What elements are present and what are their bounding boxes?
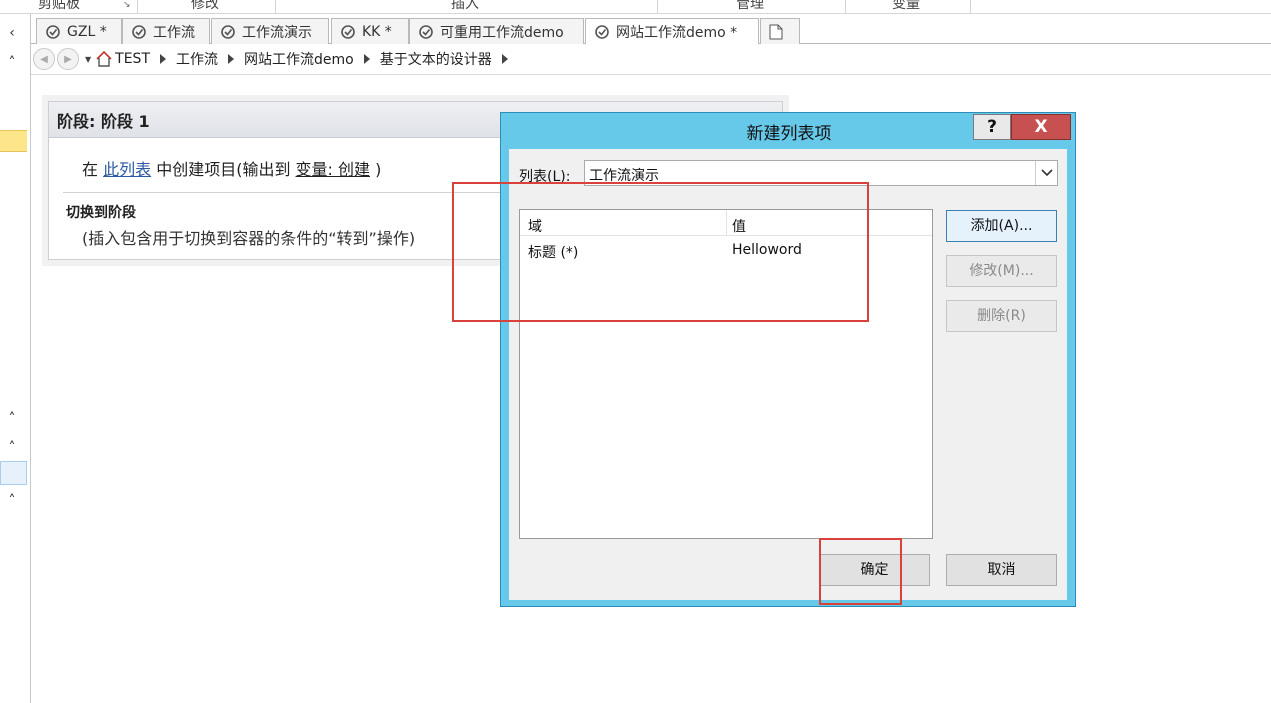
tab-gzl[interactable]: GZL * bbox=[36, 18, 122, 44]
breadcrumb-separator-icon bbox=[363, 54, 370, 64]
tab-label: GZL * bbox=[67, 23, 107, 40]
stage-action-line[interactable]: 在 此列表 中创建项目(输出到 变量: 创建 ) bbox=[82, 156, 381, 180]
cancel-button[interactable]: 取消 bbox=[946, 554, 1057, 586]
new-page-icon bbox=[769, 24, 783, 39]
tab-label: 工作流 bbox=[153, 24, 195, 41]
workflow-icon bbox=[595, 25, 609, 39]
workflow-icon bbox=[221, 24, 235, 39]
tab-label: KK * bbox=[362, 23, 392, 40]
annotation-box-ok bbox=[819, 538, 902, 605]
help-button[interactable]: ? bbox=[973, 114, 1011, 140]
tab-label: 可重用工作流demo bbox=[440, 24, 564, 41]
tab-label: 网站工作流demo * bbox=[616, 25, 738, 41]
tab-label: 工作流演示 bbox=[242, 24, 312, 41]
history-dropdown-icon[interactable]: ▼ bbox=[85, 55, 91, 64]
new-tab-button[interactable] bbox=[760, 18, 800, 44]
annotation-box-grid bbox=[452, 182, 869, 322]
delete-button[interactable]: 删除(R) bbox=[946, 300, 1057, 332]
chevron-up-icon[interactable]: ˄ bbox=[3, 410, 21, 428]
collapse-left-icon[interactable]: ‹ bbox=[3, 24, 21, 42]
modify-button[interactable]: 修改(M)... bbox=[946, 255, 1057, 287]
tab-workflow[interactable]: 工作流 bbox=[122, 18, 210, 44]
nav-selected-item[interactable] bbox=[0, 130, 27, 152]
tab-reusable-workflow-demo[interactable]: 可重用工作流demo bbox=[409, 18, 584, 44]
forward-button[interactable]: ▶ bbox=[57, 48, 79, 70]
transition-hint[interactable]: (插入包含用于切换到容器的条件的“转到”操作) bbox=[82, 225, 415, 249]
left-nav-strip: ‹ ˄ ˄ ˄ ˄ bbox=[0, 14, 31, 703]
breadcrumb: ◀ ▶ ▼ TEST 工作流 网站工作流demo 基于文本的设计器 bbox=[31, 44, 1271, 75]
home-icon[interactable] bbox=[95, 50, 113, 68]
ribbon-group-insert: 插入 bbox=[451, 0, 479, 12]
tab-site-workflow-demo[interactable]: 网站工作流demo * bbox=[585, 18, 759, 45]
close-button[interactable]: X bbox=[1011, 114, 1071, 140]
breadcrumb-item-text-designer[interactable]: 基于文本的设计器 bbox=[380, 49, 492, 69]
chevron-up-icon[interactable]: ˄ bbox=[3, 54, 21, 72]
breadcrumb-item-workflows[interactable]: 工作流 bbox=[176, 49, 218, 69]
breadcrumb-separator-icon bbox=[501, 54, 508, 64]
transition-title: 切换到阶段 bbox=[66, 205, 136, 221]
chevron-down-icon[interactable] bbox=[1035, 161, 1057, 185]
list-link[interactable]: 此列表 bbox=[103, 160, 151, 179]
add-button[interactable]: 添加(A)... bbox=[946, 210, 1057, 242]
dialog-launcher-icon[interactable]: ↘ bbox=[123, 0, 131, 10]
breadcrumb-separator-icon bbox=[160, 54, 166, 64]
breadcrumb-separator-icon bbox=[228, 54, 234, 64]
breadcrumb-item-test[interactable]: TEST bbox=[115, 51, 150, 67]
action-suffix: ) bbox=[370, 160, 382, 179]
tab-kk[interactable]: KK * bbox=[331, 18, 409, 44]
nav-hover-item[interactable] bbox=[0, 461, 27, 485]
ribbon-group-labels: 剪贴板 ↘ 修改 插入 管理 变量 bbox=[0, 0, 1271, 14]
back-button[interactable]: ◀ bbox=[33, 48, 55, 70]
workflow-icon bbox=[419, 24, 433, 39]
action-prefix: 在 bbox=[82, 160, 104, 179]
ribbon-group-manage: 管理 bbox=[736, 0, 764, 12]
ribbon-group-variables: 变量 bbox=[892, 0, 920, 12]
chevron-up-icon[interactable]: ˄ bbox=[3, 439, 21, 457]
chevron-up-icon[interactable]: ˄ bbox=[3, 492, 21, 510]
workflow-icon bbox=[341, 24, 355, 39]
document-tab-bar: GZL * 工作流 工作流演示 KK * 可重用工作流demo 网站工作流dem… bbox=[31, 14, 1271, 45]
variable-link[interactable]: 变量: 创建 bbox=[296, 160, 370, 179]
tab-workflow-demo[interactable]: 工作流演示 bbox=[211, 18, 329, 44]
ribbon-group-clipboard: 剪贴板 bbox=[38, 0, 80, 12]
ribbon-group-modify: 修改 bbox=[191, 0, 219, 12]
workflow-icon bbox=[46, 24, 60, 39]
action-middle: 中创建项目(输出到 bbox=[151, 160, 296, 179]
breadcrumb-item-site-workflow[interactable]: 网站工作流demo bbox=[244, 49, 354, 69]
workflow-icon bbox=[132, 24, 146, 39]
